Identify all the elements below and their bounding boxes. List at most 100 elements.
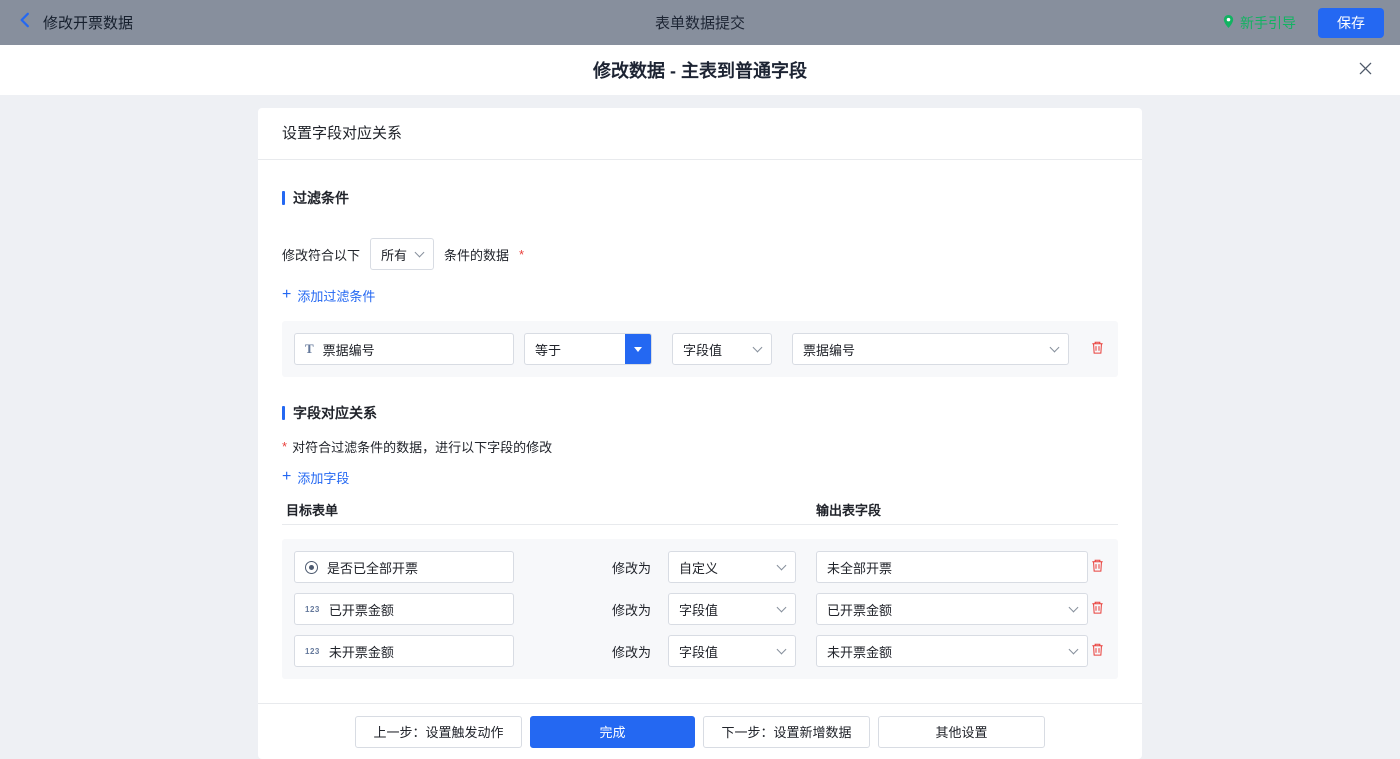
modify-to-label: 修改为: [612, 558, 654, 577]
caret-down-icon: [634, 347, 642, 352]
back-label[interactable]: 修改开票数据: [43, 12, 133, 33]
topbar-right: 新手引导 保存: [1222, 8, 1384, 38]
custom-value-text: 未全部开票: [827, 558, 892, 577]
location-pin-icon: [1222, 14, 1235, 32]
modify-mode-select[interactable]: 字段值: [668, 635, 796, 667]
card-footer: 上一步：设置触发动作 完成 下一步：设置新增数据 其他设置: [258, 703, 1142, 759]
target-field-value: 是否已全部开票: [327, 558, 418, 577]
output-field-value: 未开票金额: [827, 642, 892, 661]
value-type-value: 字段值: [683, 340, 722, 359]
operator-dropdown-button[interactable]: [625, 334, 651, 364]
column-header-output-field: 输出表字段: [816, 500, 881, 519]
chevron-down-icon: [753, 342, 763, 352]
trash-icon: [1090, 558, 1105, 576]
modify-mode-select[interactable]: 自定义: [668, 551, 796, 583]
text-field-type-icon: T: [305, 341, 314, 357]
modify-to-label: 修改为: [612, 600, 654, 619]
filter-condition-line: 修改符合以下 所有 条件的数据 *: [282, 238, 1118, 270]
filter-section-title-text: 过滤条件: [293, 188, 349, 208]
target-field-select[interactable]: 123 未开票金额: [294, 635, 514, 667]
plus-icon: +: [282, 287, 291, 303]
target-field-select[interactable]: 123 已开票金额: [294, 593, 514, 625]
delete-mapping-row-button[interactable]: [1089, 557, 1106, 577]
radio-field-type-icon: [305, 561, 318, 574]
trash-icon: [1090, 642, 1105, 660]
trash-icon: [1090, 340, 1105, 358]
add-field-link[interactable]: + 添加字段: [282, 468, 349, 487]
condition-suffix-label: 条件的数据: [444, 245, 509, 264]
target-field-value: 已开票金额: [329, 600, 394, 619]
plus-icon: +: [282, 469, 291, 485]
match-mode-select[interactable]: 所有: [370, 238, 434, 270]
filter-value-value: 票据编号: [803, 340, 855, 359]
match-mode-value: 所有: [381, 245, 407, 264]
back-chevron-icon: [16, 11, 34, 34]
modify-mode-value: 字段值: [679, 600, 718, 619]
close-button[interactable]: [1356, 59, 1375, 81]
filter-value-select[interactable]: 票据编号: [792, 333, 1069, 365]
number-field-type-icon: 123: [305, 647, 320, 656]
delete-mapping-row-button[interactable]: [1089, 599, 1106, 619]
dialog-title: 修改数据 - 主表到普通字段: [593, 57, 807, 83]
required-asterisk: *: [519, 247, 524, 262]
done-button[interactable]: 完成: [530, 716, 695, 748]
modify-mode-value: 自定义: [679, 558, 718, 577]
column-header-target-form: 目标表单: [286, 500, 338, 519]
operator-value: 等于: [525, 334, 625, 364]
modify-to-label: 修改为: [612, 642, 654, 661]
topbar-title: 表单数据提交: [655, 12, 745, 33]
value-type-select[interactable]: 字段值: [672, 333, 772, 365]
beginner-guide-button[interactable]: 新手引导: [1222, 13, 1296, 33]
filter-field-select[interactable]: T 票据编号: [294, 333, 514, 365]
output-field-value: 已开票金额: [827, 600, 892, 619]
operator-select[interactable]: 等于: [524, 333, 652, 365]
mapping-column-headers: 目标表单 输出表字段: [282, 499, 1118, 525]
dialog-header: 修改数据 - 主表到普通字段: [0, 45, 1400, 95]
chevron-down-icon: [777, 644, 787, 654]
delete-mapping-row-button[interactable]: [1089, 641, 1106, 661]
save-button[interactable]: 保存: [1318, 8, 1384, 38]
chevron-down-icon: [1050, 342, 1060, 352]
dialog-content: 设置字段对应关系 过滤条件 修改符合以下 所有 条件的数据 * + 添加过滤条件: [0, 95, 1400, 755]
mapping-row: 123 未开票金额 修改为 字段值 未开票金额: [294, 635, 1106, 667]
topbar-left: 修改开票数据: [16, 11, 133, 34]
mapping-row: 是否已全部开票 修改为 自定义 未全部开票: [294, 551, 1106, 583]
chevron-down-icon: [1069, 602, 1079, 612]
output-field-select[interactable]: 已开票金额: [816, 593, 1088, 625]
chevron-down-icon: [777, 560, 787, 570]
other-settings-button[interactable]: 其他设置: [878, 716, 1045, 748]
output-field-select[interactable]: 未开票金额: [816, 635, 1088, 667]
add-filter-condition-label: 添加过滤条件: [297, 286, 375, 305]
section-accent-bar: [282, 191, 285, 205]
card-body: 过滤条件 修改符合以下 所有 条件的数据 * + 添加过滤条件: [258, 160, 1142, 703]
filter-rows-container: T 票据编号 等于 字段值: [282, 321, 1118, 377]
mapping-row: 123 已开票金额 修改为 字段值 已开票金额: [294, 593, 1106, 625]
mapping-description: * 对符合过滤条件的数据，进行以下字段的修改: [282, 437, 1118, 456]
mapping-section-title: 字段对应关系: [282, 403, 1118, 423]
target-field-value: 未开票金额: [329, 642, 394, 661]
settings-card: 设置字段对应关系 过滤条件 修改符合以下 所有 条件的数据 * + 添加过滤条件: [258, 108, 1142, 759]
modify-mode-value: 字段值: [679, 642, 718, 661]
next-step-button[interactable]: 下一步：设置新增数据: [703, 716, 870, 748]
number-field-type-icon: 123: [305, 605, 320, 614]
mapping-section-title-text: 字段对应关系: [293, 403, 377, 423]
filter-row: T 票据编号 等于 字段值: [294, 333, 1106, 365]
add-field-label: 添加字段: [297, 468, 349, 487]
custom-value-input[interactable]: 未全部开票: [816, 551, 1088, 583]
topbar: 修改开票数据 表单数据提交 新手引导 保存: [0, 0, 1400, 45]
back-button[interactable]: [16, 11, 34, 34]
chevron-down-icon: [777, 602, 787, 612]
mapping-rows-container: 是否已全部开票 修改为 自定义 未全部开票: [282, 539, 1118, 679]
chevron-down-icon: [415, 247, 425, 257]
modify-mode-select[interactable]: 字段值: [668, 593, 796, 625]
delete-filter-row-button[interactable]: [1089, 339, 1106, 359]
target-field-select[interactable]: 是否已全部开票: [294, 551, 514, 583]
condition-prefix-label: 修改符合以下: [282, 245, 360, 264]
prev-step-button[interactable]: 上一步：设置触发动作: [355, 716, 522, 748]
chevron-down-icon: [1069, 644, 1079, 654]
section-accent-bar: [282, 406, 285, 420]
add-filter-condition-link[interactable]: + 添加过滤条件: [282, 286, 375, 305]
filter-section-title: 过滤条件: [282, 188, 1118, 208]
filter-field-value: 票据编号: [323, 340, 375, 359]
beginner-guide-label: 新手引导: [1240, 13, 1296, 33]
